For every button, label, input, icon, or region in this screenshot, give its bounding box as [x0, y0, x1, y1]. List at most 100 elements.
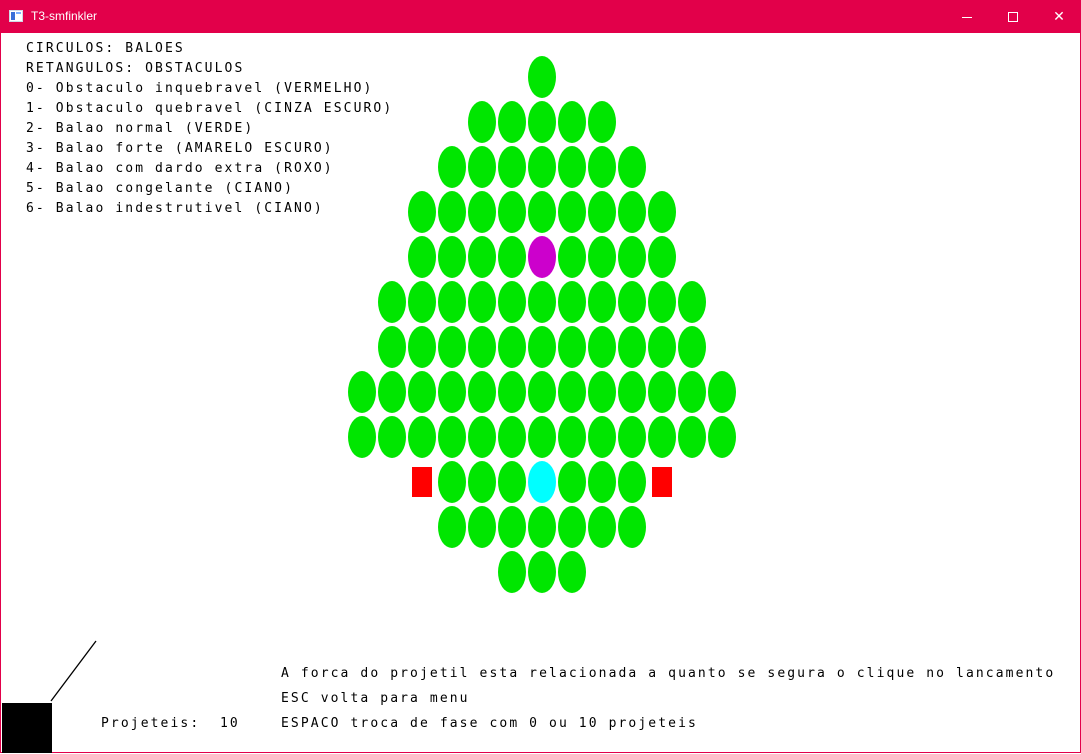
balloon-normal: [528, 191, 556, 233]
balloon-extra-dart: [528, 236, 556, 278]
balloon-normal: [498, 236, 526, 278]
balloon-normal: [558, 281, 586, 323]
balloon-normal: [678, 416, 706, 458]
balloon-normal: [528, 281, 556, 323]
balloon-normal: [498, 461, 526, 503]
balloon-normal: [468, 506, 496, 548]
balloon-normal: [558, 146, 586, 188]
balloon-normal: [558, 461, 586, 503]
balloon-normal: [618, 461, 646, 503]
balloon-normal: [678, 281, 706, 323]
balloon-normal: [348, 371, 376, 413]
balloon-normal: [648, 281, 676, 323]
balloon-normal: [678, 326, 706, 368]
balloon-normal: [468, 101, 496, 143]
balloon-normal: [618, 236, 646, 278]
balloon-normal: [468, 191, 496, 233]
balloon-normal: [498, 146, 526, 188]
balloon-normal: [378, 281, 406, 323]
balloon-normal: [588, 371, 616, 413]
balloon-normal: [408, 371, 436, 413]
balloon-normal: [558, 371, 586, 413]
balloon-normal: [408, 326, 436, 368]
balloon-normal: [708, 371, 736, 413]
balloon-normal: [408, 416, 436, 458]
balloon-normal: [438, 461, 466, 503]
balloon-normal: [708, 416, 736, 458]
balloon-normal: [648, 371, 676, 413]
balloon-normal: [498, 506, 526, 548]
balloon-normal: [408, 191, 436, 233]
balloon-normal: [438, 371, 466, 413]
balloon-normal: [528, 101, 556, 143]
balloon-normal: [588, 236, 616, 278]
balloon-normal: [528, 326, 556, 368]
balloon-normal: [498, 551, 526, 593]
balloon-normal: [618, 281, 646, 323]
balloon-normal: [498, 281, 526, 323]
balloon-normal: [468, 326, 496, 368]
balloon-normal: [588, 191, 616, 233]
balloon-normal: [618, 506, 646, 548]
balloon-normal: [468, 236, 496, 278]
balloon-normal: [618, 326, 646, 368]
info-space-text: ESPACO troca de fase com 0 ou 10 projete…: [281, 716, 698, 731]
game-board[interactable]: [1, 1, 1081, 754]
balloon-normal: [468, 146, 496, 188]
launcher[interactable]: [2, 703, 52, 753]
balloon-normal: [528, 146, 556, 188]
balloon-normal: [588, 101, 616, 143]
balloon-normal: [438, 281, 466, 323]
balloon-normal: [558, 101, 586, 143]
balloon-normal: [468, 416, 496, 458]
balloon-normal: [588, 506, 616, 548]
balloon-normal: [588, 146, 616, 188]
balloon-normal: [468, 461, 496, 503]
balloon-normal: [348, 416, 376, 458]
balloon-normal: [588, 416, 616, 458]
balloon-normal: [648, 416, 676, 458]
balloon-normal: [558, 191, 586, 233]
balloon-normal: [678, 371, 706, 413]
balloon-normal: [618, 371, 646, 413]
balloon-freezing: [528, 461, 556, 503]
balloon-normal: [618, 191, 646, 233]
balloon-normal: [528, 56, 556, 98]
balloon-normal: [468, 371, 496, 413]
balloon-normal: [408, 236, 436, 278]
balloon-normal: [378, 326, 406, 368]
aim-line: [50, 640, 97, 702]
balloon-normal: [648, 326, 676, 368]
balloon-normal: [438, 326, 466, 368]
balloon-normal: [528, 551, 556, 593]
game-window: T3-smfinkler ✕ CIRCULOS: BALOES RETANGUL…: [0, 0, 1081, 753]
balloon-normal: [408, 281, 436, 323]
projectiles-label: Projeteis:: [101, 716, 201, 731]
balloon-normal: [558, 506, 586, 548]
obstacle-unbreakable: [412, 467, 432, 497]
balloon-normal: [558, 326, 586, 368]
balloon-normal: [438, 506, 466, 548]
balloon-normal: [438, 191, 466, 233]
projectiles-count: 10: [220, 716, 240, 731]
balloon-normal: [498, 326, 526, 368]
balloon-normal: [528, 416, 556, 458]
balloon-normal: [648, 191, 676, 233]
balloon-normal: [498, 101, 526, 143]
balloon-normal: [618, 146, 646, 188]
balloon-normal: [588, 281, 616, 323]
balloon-normal: [588, 461, 616, 503]
balloon-normal: [588, 326, 616, 368]
info-force-text: A forca do projetil esta relacionada a q…: [281, 666, 1056, 681]
balloon-normal: [438, 416, 466, 458]
balloon-normal: [498, 371, 526, 413]
balloon-normal: [558, 551, 586, 593]
info-esc-text: ESC volta para menu: [281, 691, 470, 706]
balloon-field[interactable]: [348, 56, 736, 593]
balloon-normal: [498, 191, 526, 233]
balloon-normal: [498, 416, 526, 458]
balloon-normal: [558, 236, 586, 278]
balloon-normal: [558, 416, 586, 458]
balloon-normal: [528, 506, 556, 548]
balloon-normal: [378, 416, 406, 458]
